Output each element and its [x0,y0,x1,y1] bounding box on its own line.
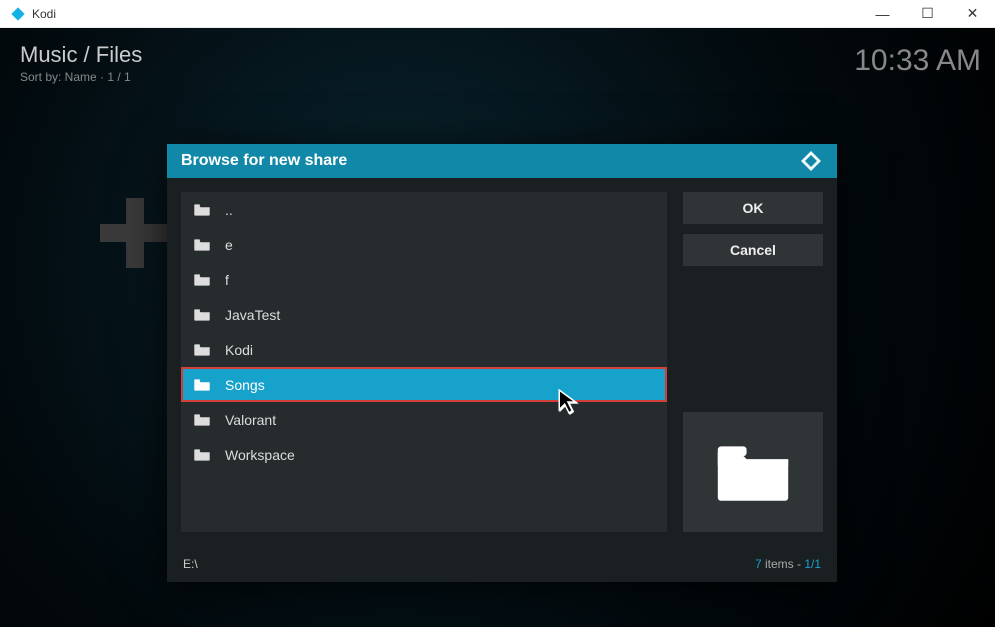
current-path: E:\ [183,557,755,571]
file-item[interactable]: JavaTest [181,297,667,332]
file-item-label: f [225,272,229,288]
dialog-footer: E:\ 7 items - 1/1 [167,546,837,582]
ok-button[interactable]: OK [683,192,823,224]
file-item[interactable]: Valorant [181,402,667,437]
file-item-label: Valorant [225,412,276,428]
window-controls: — ☐ ✕ [860,0,995,28]
folder-preview-icon [713,440,793,504]
folder-icon [193,448,211,462]
folder-icon [193,343,211,357]
file-item-label: e [225,237,233,253]
item-count: 7 items - 1/1 [755,557,821,571]
folder-icon [193,238,211,252]
dialog-body: .. e f JavaTest Kodi Songs Valorant Workspace O… [167,178,837,546]
kodi-logo-icon [799,149,823,173]
maximize-button[interactable]: ☐ [905,0,950,28]
file-item[interactable]: .. [181,192,667,227]
file-item-label: .. [225,202,233,218]
file-item[interactable]: Workspace [181,437,667,472]
dialog-header: Browse for new share [167,144,837,178]
file-item-label: Songs [225,377,265,393]
app-background: Music / Files Sort by: Name · 1 / 1 10:3… [0,28,995,627]
minimize-button[interactable]: — [860,0,905,28]
kodi-app-icon [10,6,26,22]
file-list[interactable]: .. e f JavaTest Kodi Songs Valorant Workspace [181,192,667,532]
file-item-label: JavaTest [225,307,280,323]
browse-dialog: Browse for new share .. e f JavaTest Kodi Son… [167,144,837,582]
file-item[interactable]: e [181,227,667,262]
cancel-button[interactable]: Cancel [683,234,823,266]
dialog-title: Browse for new share [181,152,799,170]
mouse-cursor-icon [558,389,582,417]
folder-icon [193,273,211,287]
window-titlebar: Kodi — ☐ ✕ [0,0,995,28]
folder-icon [193,378,211,392]
file-item-label: Workspace [225,447,295,463]
clock: 10:33 AM [854,44,981,78]
page-title: Music / Files [20,42,142,68]
sort-label: Sort by: Name · 1 / 1 [20,70,142,84]
file-item-label: Kodi [225,342,253,358]
file-item[interactable]: f [181,262,667,297]
file-item[interactable]: Songs [181,367,667,402]
close-button[interactable]: ✕ [950,0,995,28]
breadcrumb-area: Music / Files Sort by: Name · 1 / 1 [20,42,142,84]
dialog-side-pane: OK Cancel [683,192,823,532]
folder-icon [193,413,211,427]
preview-pane [683,412,823,532]
add-source-icon [100,198,170,268]
file-item[interactable]: Kodi [181,332,667,367]
folder-icon [193,203,211,217]
window-title: Kodi [32,7,860,21]
folder-icon [193,308,211,322]
